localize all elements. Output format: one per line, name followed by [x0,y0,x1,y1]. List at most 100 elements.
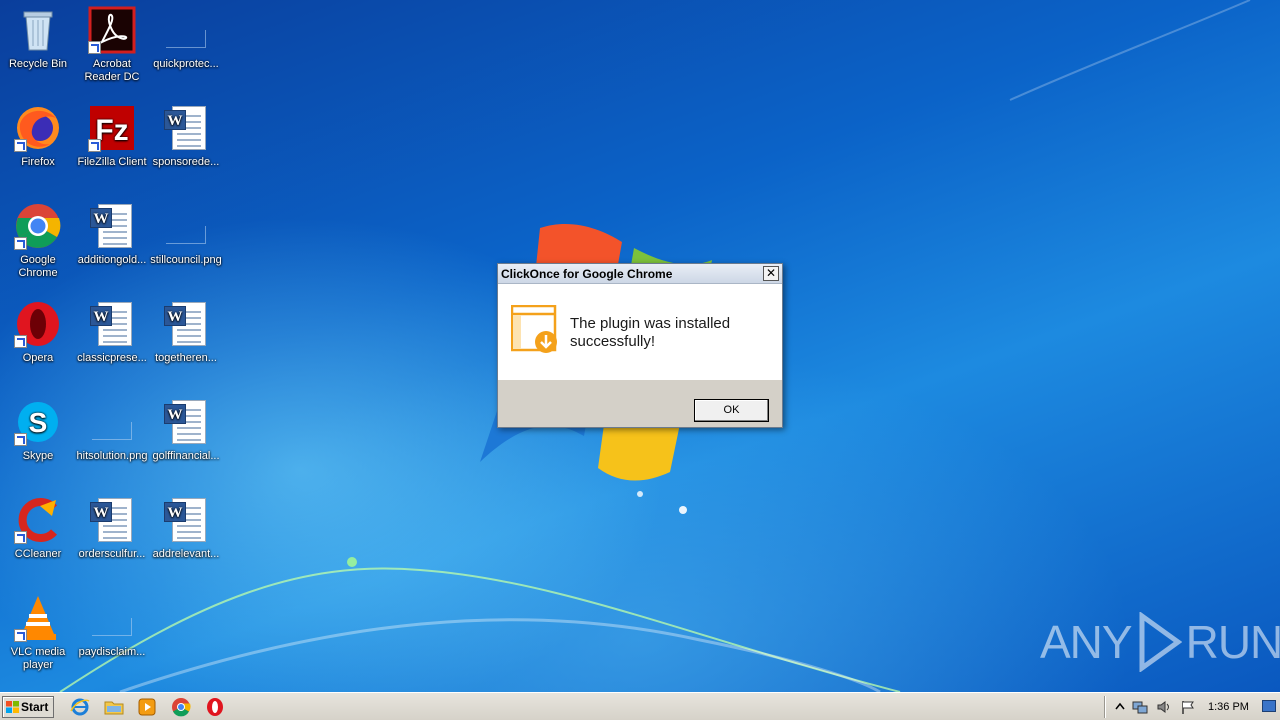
chrome-icon[interactable] [171,697,191,717]
desktop-icon-label: addrelevant... [152,548,220,560]
start-label: Start [21,700,49,714]
dialog-footer: OK [498,380,782,427]
skype-icon: S [14,398,62,446]
play-icon [1139,612,1182,672]
clickonce-dialog: ClickOnce for Google Chrome ✕ The plugin… [497,263,783,428]
desktop-icon-stillcouncil[interactable]: stillcouncil.png [148,202,224,267]
dialog-close-button[interactable]: ✕ [763,266,779,281]
desktop-icon-label: hitsolution.png [76,450,148,462]
volume-icon[interactable] [1156,699,1172,715]
shortcut-arrow-icon [88,41,101,54]
media-player-icon[interactable] [137,697,157,717]
desktop-icon-vlc[interactable]: VLC media player [0,594,76,672]
word-document-icon: W [88,202,136,250]
desktop-icon-label: ordersculfur... [78,548,146,560]
blank-file-icon [162,6,210,54]
desktop-icon-label: Acrobat Reader DC [84,58,140,83]
desktop-icon-recycle-bin[interactable]: Recycle Bin [0,6,76,71]
png-file-icon [88,398,136,446]
dialog-titlebar[interactable]: ClickOnce for Google Chrome ✕ [498,264,782,284]
word-document-icon: W [162,300,210,348]
taskbar-clock[interactable]: 1:36 PM [1208,701,1249,713]
desktop-icon-label: Opera [22,352,54,364]
desktop-icon-acrobat-reader[interactable]: Acrobat Reader DC [74,6,150,84]
desktop-icon-golffinancial[interactable]: W golffinancial... [148,398,224,463]
system-tray: 1:36 PM [1104,693,1280,720]
desktop-icon-paydisclaim[interactable]: paydisclaim... [74,594,150,659]
desktop-icon-sponsorede[interactable]: W sponsorede... [148,104,224,169]
shortcut-arrow-icon [88,139,101,152]
shortcut-arrow-icon [14,531,27,544]
shortcut-arrow-icon [14,629,27,642]
desktop-icon-label: classicprese... [77,352,147,364]
show-hidden-icons-icon[interactable] [1112,699,1128,715]
desktop-icon-firefox[interactable]: Firefox [0,104,76,169]
desktop-icon-label: quickprotec... [153,58,219,70]
desktop-icon-quickprotec[interactable]: quickprotec... [148,6,224,71]
opera-icon[interactable] [205,697,225,717]
desktop-icon-ordersculfur[interactable]: W ordersculfur... [74,496,150,561]
shortcut-arrow-icon [14,433,27,446]
desktop-icon-ccleaner[interactable]: CCleaner [0,496,76,561]
internet-explorer-icon[interactable] [70,697,90,717]
watermark-left-text: ANY [1040,616,1133,668]
desktop-icon-label: Firefox [21,156,55,168]
desktop-icon-togetheren[interactable]: W togetheren... [148,300,224,365]
shortcut-arrow-icon [14,139,27,152]
tray-separator [1104,696,1106,718]
plugin-download-icon [510,304,559,360]
network-icon[interactable] [1132,699,1148,715]
word-document-icon: W [162,398,210,446]
desktop-icon-label: additiongold... [77,254,147,266]
anyrun-watermark: ANY RUN [1040,610,1280,674]
blank-file-icon [88,594,136,642]
ok-button[interactable]: OK [694,399,769,422]
desktop-icon-addrelevant[interactable]: W addrelevant... [148,496,224,561]
word-document-icon: W [88,496,136,544]
dialog-message: The plugin was installed successfully! [570,315,731,350]
desktop-icon-classicprese[interactable]: W classicprese... [74,300,150,365]
desktop-icon-label: paydisclaim... [78,646,146,658]
desktop-icon-label: sponsorede... [152,156,220,168]
svg-text:S: S [29,407,48,438]
start-button[interactable]: Start [2,696,54,718]
word-document-icon: W [88,300,136,348]
word-document-icon: W [162,104,210,152]
watermark-right-text: RUN [1185,616,1280,668]
desktop: Recycle Bin Firefox Google Chrome Opera … [0,0,1280,692]
word-document-icon: W [162,496,210,544]
desktop-icon-label: Recycle Bin [8,58,68,70]
desktop-icon-label: Skype [22,450,54,462]
file-explorer-icon[interactable] [104,697,124,717]
desktop-icon-label: VLC media player [10,646,66,671]
png-file-icon [162,202,210,250]
desktop-icon-skype[interactable]: S Skype [0,398,76,463]
shortcut-arrow-icon [14,335,27,348]
action-center-flag-icon[interactable] [1180,699,1196,715]
filezilla-icon: Fz [88,104,136,152]
chrome-icon [14,202,62,250]
desktop-icon-google-chrome[interactable]: Google Chrome [0,202,76,280]
desktop-icon-hitsolution[interactable]: hitsolution.png [74,398,150,463]
desktop-icon-label: FileZilla Client [77,156,147,168]
desktop-icon-label: stillcouncil.png [150,254,222,266]
recycle-bin-icon [14,6,62,54]
dialog-content: The plugin was installed successfully! [498,284,782,380]
taskbar: Start 1:36 PM [0,692,1280,720]
ccleaner-icon [14,496,62,544]
desktop-icon-label: golffinancial... [152,450,220,462]
desktop-icon-label: CCleaner [14,548,62,560]
windows-flag-icon [6,701,19,713]
vlc-icon [14,594,62,642]
desktop-icon-filezilla[interactable]: Fz FileZilla Client [74,104,150,169]
firefox-icon [14,104,62,152]
desktop-icon-label: togetheren... [155,352,217,364]
desktop-icon-opera[interactable]: Opera [0,300,76,365]
show-desktop-button[interactable] [1262,700,1276,712]
opera-icon [14,300,62,348]
desktop-icon-label: Google Chrome [18,254,58,279]
acrobat-icon [88,6,136,54]
desktop-icon-additiongold[interactable]: W additiongold... [74,202,150,267]
shortcut-arrow-icon [14,237,27,250]
dialog-title: ClickOnce for Google Chrome [501,267,673,281]
